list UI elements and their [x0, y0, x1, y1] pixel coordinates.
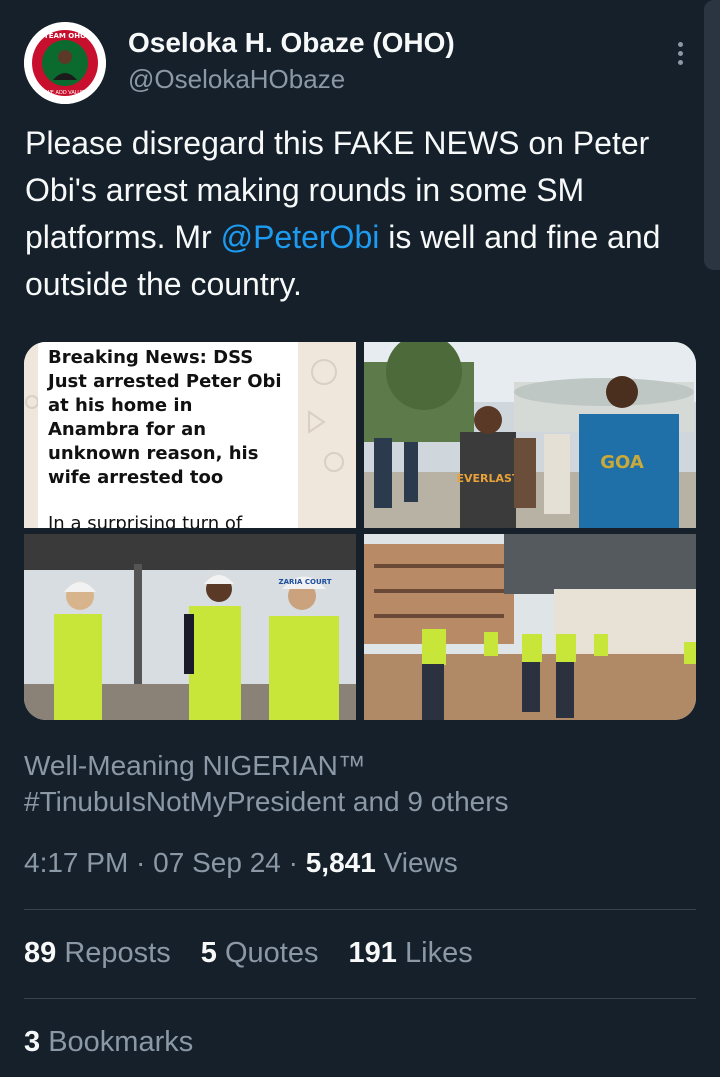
tweet-time[interactable]: 4:17 PM [24, 847, 128, 878]
tweet-date[interactable]: 07 Sep 24 [153, 847, 281, 878]
avatar-text-bottom: WE ADD VALUE [46, 90, 84, 96]
reposts-count: 89 [24, 937, 57, 969]
liked-by-line2: #TinubuIsNotMyPresident and 9 others [24, 786, 509, 817]
likes-count: 191 [348, 937, 397, 969]
scroll-indicator[interactable] [704, 0, 720, 270]
author-handle[interactable]: @OselokaHObaze [128, 64, 345, 95]
media-image-1[interactable]: Breaking News: DSS Just arrested Peter O… [24, 342, 356, 528]
meta-separator: · [128, 847, 154, 878]
more-options-icon[interactable] [670, 38, 690, 70]
media-image-4[interactable] [364, 534, 696, 720]
media-image-2[interactable]: EVERLAST GOA [364, 342, 696, 528]
author-avatar[interactable]: TEAM OHO WE ADD VALUE [24, 22, 106, 104]
bookmarks-label: Bookmarks [40, 1026, 194, 1058]
fake-news-body: In a surprising turn of events, former [48, 513, 243, 528]
photo-goa-text: GOA [600, 452, 644, 473]
divider [24, 909, 696, 910]
liked-by-line1: Well-Meaning NIGERIAN™ [24, 750, 366, 781]
likes-stat[interactable]: 191 Likes [349, 937, 473, 969]
fake-news-headline: Breaking News: DSS Just arrested Peter O… [48, 347, 282, 488]
quotes-label: Quotes [216, 937, 319, 969]
photo-site-inspection: ZARIA COURT [24, 534, 356, 720]
mention-link[interactable]: @PeterObi [221, 219, 380, 255]
avatar-logo-icon: TEAM OHO WE ADD VALUE [24, 22, 106, 104]
media-grid[interactable]: Breaking News: DSS Just arrested Peter O… [24, 342, 696, 720]
likes-label: Likes [396, 937, 473, 969]
views-count: 5,841 [305, 847, 376, 878]
tweet-meta: 4:17 PM · 07 Sep 24 · 5,841 Views [24, 847, 458, 879]
quotes-stat[interactable]: 5 Quotes [201, 937, 319, 969]
quotes-count: 5 [200, 937, 217, 969]
photo-tshirt-text: EVERLAST [457, 472, 520, 485]
photo-helmet-text: ZARIA COURT [279, 578, 332, 586]
divider [24, 998, 696, 999]
engagement-stats: 89 Reposts 5 Quotes 191 Likes [24, 937, 495, 970]
photo-group-outdoors: EVERLAST GOA [364, 342, 696, 528]
bookmarks-stat[interactable]: 3 Bookmarks [24, 1026, 193, 1059]
reposts-label: Reposts [56, 937, 171, 969]
photo-construction-site [364, 534, 696, 720]
meta-separator: · [280, 847, 306, 878]
reposts-stat[interactable]: 89 Reposts [24, 937, 171, 969]
fake-news-screenshot: Breaking News: DSS Just arrested Peter O… [38, 342, 298, 528]
media-image-3[interactable]: ZARIA COURT [24, 534, 356, 720]
avatar-text-top: TEAM OHO [44, 32, 86, 40]
tweet-text: Please disregard this FAKE NEWS on Peter… [25, 120, 685, 308]
liked-by[interactable]: Well-Meaning NIGERIAN™ #TinubuIsNotMyPre… [24, 748, 509, 820]
author-name[interactable]: Oseloka H. Obaze (OHO) [128, 27, 455, 59]
views-label: Views [375, 847, 458, 878]
bookmarks-count: 3 [24, 1026, 41, 1058]
